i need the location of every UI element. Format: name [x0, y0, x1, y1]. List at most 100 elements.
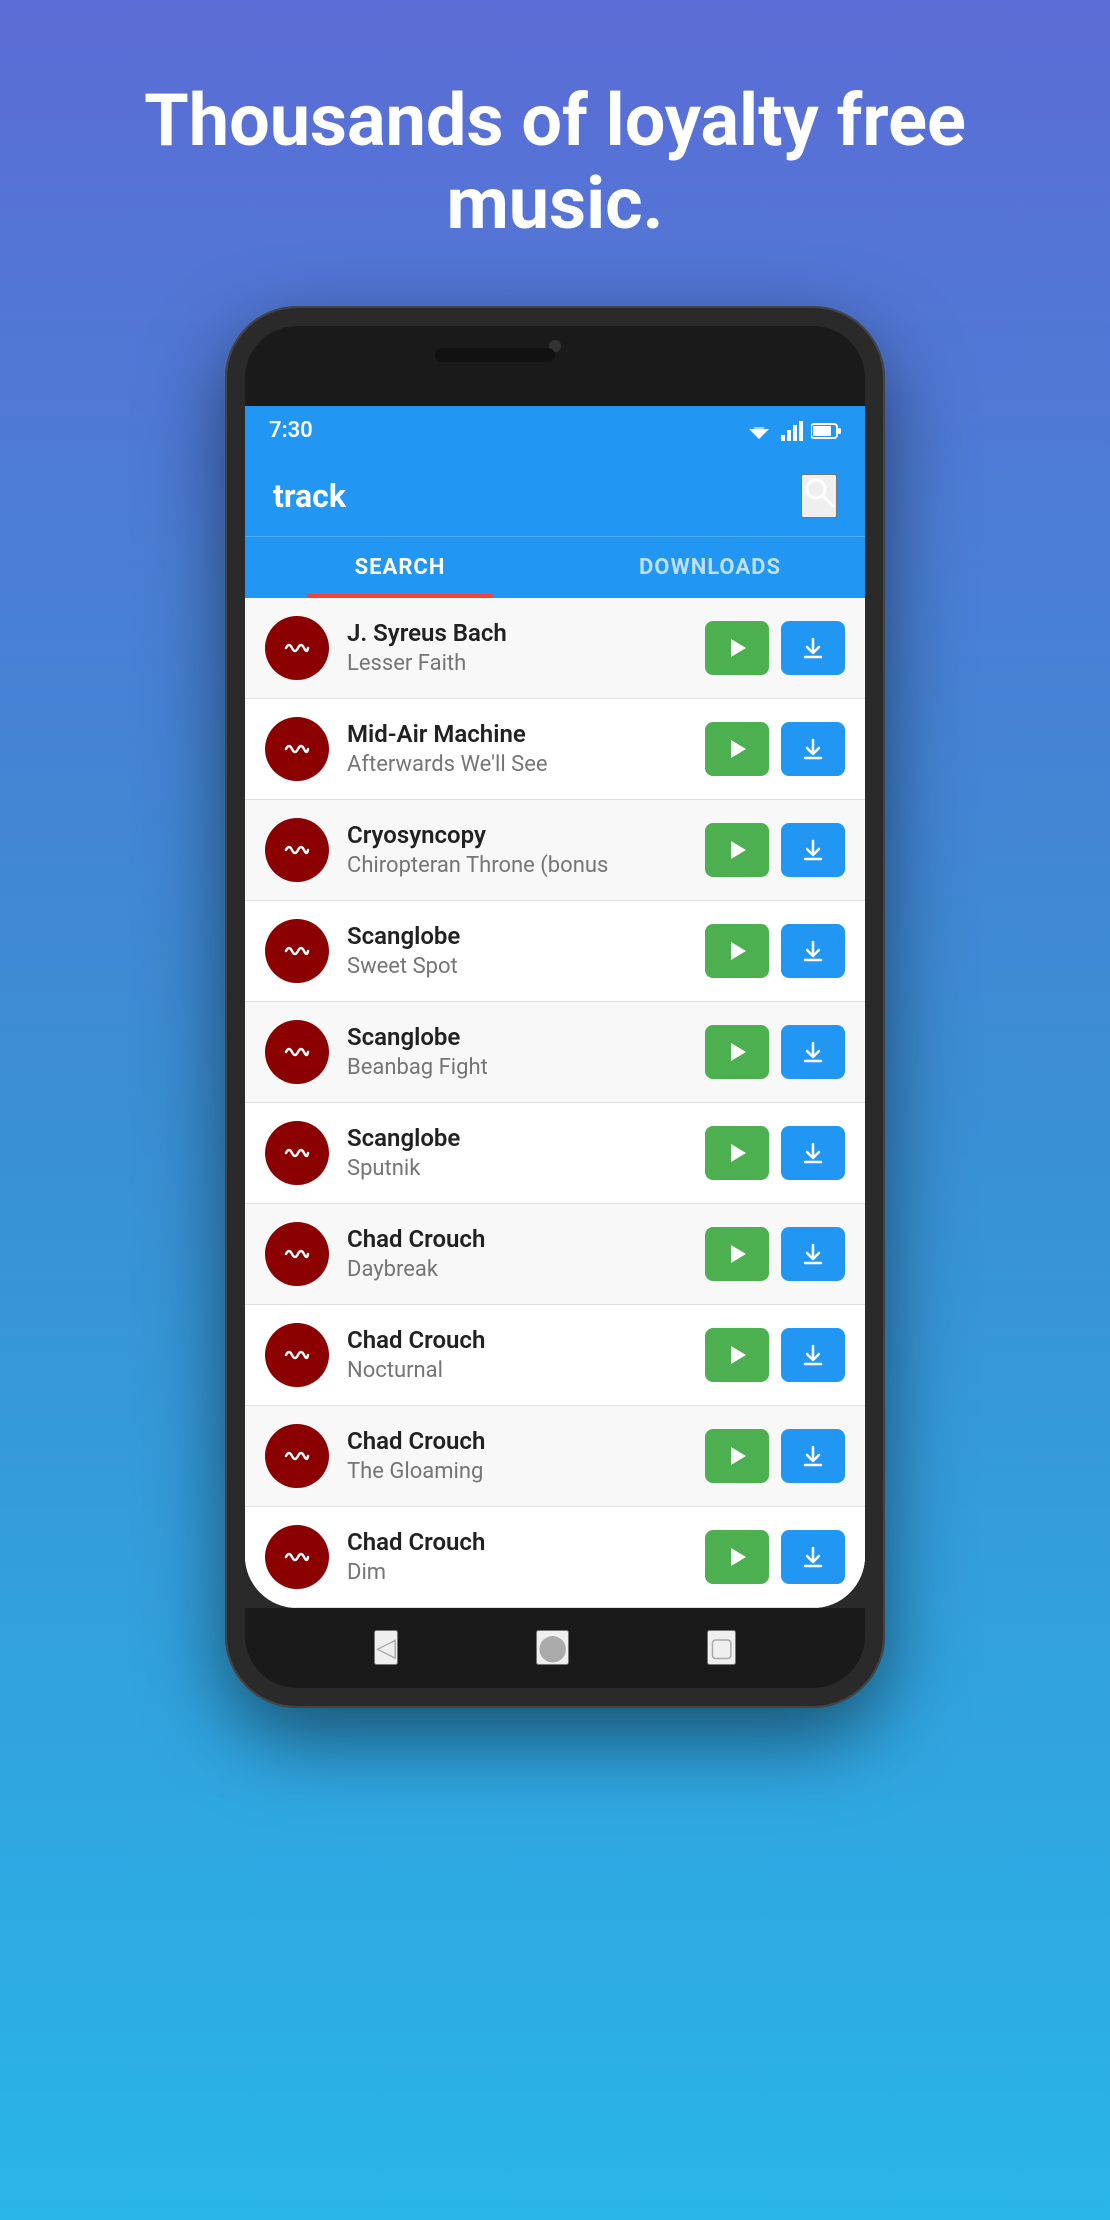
track-item: Scanglobe Beanbag Fight	[245, 1002, 865, 1103]
track-list: J. Syreus Bach Lesser Faith	[245, 598, 865, 1608]
play-icon	[726, 1243, 748, 1265]
play-icon	[726, 1041, 748, 1063]
track-artist: Chad Crouch	[347, 1528, 687, 1556]
track-actions	[705, 1530, 845, 1584]
track-item: Chad Crouch Nocturnal	[245, 1305, 865, 1406]
download-button[interactable]	[781, 1328, 845, 1382]
download-button[interactable]	[781, 1025, 845, 1079]
track-actions	[705, 1227, 845, 1281]
play-icon	[726, 1142, 748, 1164]
play-button[interactable]	[705, 1429, 769, 1483]
track-item: Chad Crouch Dim	[245, 1507, 865, 1608]
track-song: Dim	[347, 1560, 687, 1585]
track-song: Sweet Spot	[347, 954, 687, 979]
track-song: Sputnik	[347, 1156, 687, 1181]
download-button[interactable]	[781, 1227, 845, 1281]
play-button[interactable]	[705, 1227, 769, 1281]
play-button[interactable]	[705, 924, 769, 978]
wifi-icon	[745, 421, 773, 441]
phone-body: 7:30	[225, 306, 885, 1708]
search-button[interactable]	[801, 474, 837, 518]
signal-icon	[781, 421, 803, 441]
track-item: Scanglobe Sweet Spot	[245, 901, 865, 1002]
play-icon	[726, 738, 748, 760]
recents-button[interactable]: ▢	[707, 1630, 736, 1665]
track-item: Scanglobe Sputnik	[245, 1103, 865, 1204]
track-item: Cryosyncopy Chiropteran Throne (bonus	[245, 800, 865, 901]
home-button[interactable]: ⬤	[536, 1630, 569, 1665]
play-button[interactable]	[705, 823, 769, 877]
track-item: J. Syreus Bach Lesser Faith	[245, 598, 865, 699]
download-icon	[802, 1041, 824, 1063]
track-artist: Scanglobe	[347, 1023, 687, 1051]
avatar-wave-icon	[278, 1336, 316, 1374]
play-button[interactable]	[705, 1328, 769, 1382]
track-info: Cryosyncopy Chiropteran Throne (bonus	[347, 821, 687, 878]
track-artist: J. Syreus Bach	[347, 619, 687, 647]
download-button[interactable]	[781, 1126, 845, 1180]
phone-mockup: 7:30	[225, 306, 885, 1708]
download-icon	[802, 1243, 824, 1265]
play-icon	[726, 1546, 748, 1568]
track-avatar	[265, 717, 329, 781]
status-icons	[745, 421, 841, 441]
track-artist: Mid-Air Machine	[347, 720, 687, 748]
download-button[interactable]	[781, 722, 845, 776]
tab-search[interactable]: SEARCH	[245, 537, 555, 598]
phone-screen: 7:30	[245, 406, 865, 1608]
track-song: Daybreak	[347, 1257, 687, 1282]
track-song: Afterwards We'll See	[347, 752, 687, 777]
track-avatar	[265, 1121, 329, 1185]
track-actions	[705, 1328, 845, 1382]
play-icon	[726, 1344, 748, 1366]
track-item: Chad Crouch The Gloaming	[245, 1406, 865, 1507]
track-avatar	[265, 1020, 329, 1084]
track-actions	[705, 924, 845, 978]
track-song: Chiropteran Throne (bonus	[347, 853, 687, 878]
download-button[interactable]	[781, 1429, 845, 1483]
avatar-wave-icon	[278, 932, 316, 970]
play-button[interactable]	[705, 1530, 769, 1584]
track-actions	[705, 621, 845, 675]
track-item: Chad Crouch Daybreak	[245, 1204, 865, 1305]
play-button[interactable]	[705, 621, 769, 675]
download-button[interactable]	[781, 823, 845, 877]
avatar-wave-icon	[278, 1437, 316, 1475]
track-info: J. Syreus Bach Lesser Faith	[347, 619, 687, 676]
track-actions	[705, 1126, 845, 1180]
track-avatar	[265, 818, 329, 882]
track-actions	[705, 1025, 845, 1079]
download-button[interactable]	[781, 1530, 845, 1584]
track-avatar	[265, 1222, 329, 1286]
track-artist: Scanglobe	[347, 922, 687, 950]
download-icon	[802, 1344, 824, 1366]
phone-nav-bar: ◁ ⬤ ▢	[245, 1608, 865, 1688]
download-icon	[802, 1546, 824, 1568]
track-artist: Chad Crouch	[347, 1427, 687, 1455]
download-icon	[802, 738, 824, 760]
play-button[interactable]	[705, 1025, 769, 1079]
tab-downloads[interactable]: DOWNLOADS	[555, 537, 865, 598]
track-artist: Scanglobe	[347, 1124, 687, 1152]
track-song: Lesser Faith	[347, 651, 687, 676]
avatar-wave-icon	[278, 1235, 316, 1273]
track-artist: Cryosyncopy	[347, 821, 687, 849]
track-artist: Chad Crouch	[347, 1225, 687, 1253]
download-icon	[802, 1142, 824, 1164]
track-song: Beanbag Fight	[347, 1055, 687, 1080]
play-button[interactable]	[705, 1126, 769, 1180]
search-icon	[803, 476, 835, 508]
play-button[interactable]	[705, 722, 769, 776]
phone-speaker	[435, 348, 555, 362]
download-button[interactable]	[781, 621, 845, 675]
app-title: track	[273, 477, 346, 515]
phone-notch	[245, 326, 865, 406]
track-info: Chad Crouch Daybreak	[347, 1225, 687, 1282]
track-info: Scanglobe Sweet Spot	[347, 922, 687, 979]
track-avatar	[265, 1424, 329, 1488]
track-song: The Gloaming	[347, 1459, 687, 1484]
track-info: Chad Crouch Dim	[347, 1528, 687, 1585]
download-button[interactable]	[781, 924, 845, 978]
back-button[interactable]: ◁	[374, 1630, 398, 1665]
track-info: Mid-Air Machine Afterwards We'll See	[347, 720, 687, 777]
